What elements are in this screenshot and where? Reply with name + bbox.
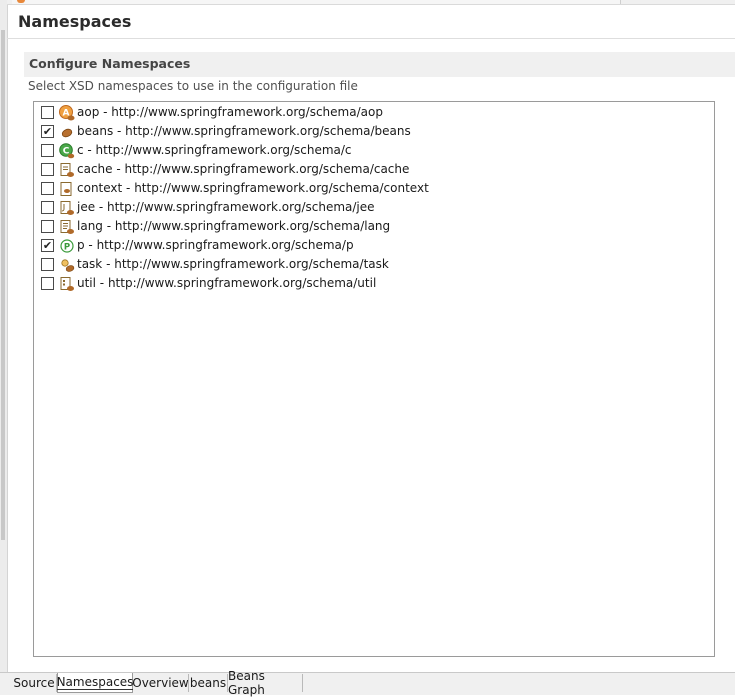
namespace-label: task - http://www.springframework.org/sc…	[77, 257, 389, 271]
namespace-row[interactable]: Cc - http://www.springframework.org/sche…	[34, 141, 714, 160]
top-tab-edge	[7, 0, 735, 5]
namespace-row[interactable]: context - http://www.springframework.org…	[34, 179, 714, 198]
context-icon	[59, 181, 75, 197]
namespace-label: jee - http://www.springframework.org/sch…	[77, 200, 375, 214]
section-description: Select XSD namespaces to use in the conf…	[28, 79, 358, 93]
namespace-label: p - http://www.springframework.org/schem…	[77, 238, 354, 252]
namespace-checkbox[interactable]	[41, 144, 54, 157]
namespace-row[interactable]: Aaop - http://www.springframework.org/sc…	[34, 103, 714, 122]
namespace-row[interactable]: jee - http://www.springframework.org/sch…	[34, 198, 714, 217]
aop-icon: A	[59, 105, 75, 121]
namespace-label: util - http://www.springframework.org/sc…	[77, 276, 377, 290]
namespace-list[interactable]: Aaop - http://www.springframework.org/sc…	[33, 101, 715, 657]
tab-namespaces[interactable]: Namespaces	[56, 673, 134, 693]
namespace-row[interactable]: util - http://www.springframework.org/sc…	[34, 274, 714, 293]
left-scrollbar[interactable]	[0, 0, 8, 672]
namespace-label: beans - http://www.springframework.org/s…	[77, 124, 411, 138]
left-scrollbar-thumb[interactable]	[1, 30, 5, 540]
namespace-row[interactable]: cache - http://www.springframework.org/s…	[34, 160, 714, 179]
namespace-checkbox[interactable]	[41, 220, 54, 233]
namespace-label: context - http://www.springframework.org…	[77, 181, 429, 195]
jee-icon	[59, 200, 75, 216]
util-icon	[59, 276, 75, 292]
namespace-label: aop - http://www.springframework.org/sch…	[77, 105, 383, 119]
tab-overview[interactable]: Overview	[132, 674, 189, 692]
p-namespace-icon: P	[59, 238, 75, 254]
namespace-checkbox[interactable]	[41, 163, 54, 176]
editor-tab-bar: Source Namespaces Overview beans Beans G…	[0, 669, 735, 697]
namespace-row[interactable]: task - http://www.springframework.org/sc…	[34, 255, 714, 274]
namespace-label: c - http://www.springframework.org/schem…	[77, 143, 352, 157]
namespace-checkbox[interactable]: ✔	[41, 125, 54, 138]
tab-source-label: Source	[13, 676, 55, 690]
editor-tab-remnant	[12, 0, 621, 4]
namespace-checkbox[interactable]	[41, 182, 54, 195]
namespace-row[interactable]: lang - http://www.springframework.org/sc…	[34, 217, 714, 236]
tab-overview-label: Overview	[132, 676, 189, 690]
namespace-label: lang - http://www.springframework.org/sc…	[77, 219, 391, 233]
task-icon	[59, 257, 75, 273]
namespace-checkbox[interactable]	[41, 106, 54, 119]
cache-icon	[59, 162, 75, 178]
tab-beans-label: beans	[189, 676, 227, 690]
namespace-checkbox[interactable]	[41, 201, 54, 214]
tab-beans-graph[interactable]: Beans Graph	[228, 669, 303, 697]
c-namespace-icon: C	[59, 143, 75, 159]
namespace-checkbox[interactable]: ✔	[41, 239, 54, 252]
namespace-row[interactable]: ✔ Pp - http://www.springframework.org/sch…	[34, 236, 714, 255]
namespace-checkbox[interactable]	[41, 277, 54, 290]
tab-beans[interactable]: beans	[189, 674, 228, 692]
section-title: Configure Namespaces	[29, 56, 191, 71]
namespace-label: cache - http://www.springframework.org/s…	[77, 162, 410, 176]
tab-namespaces-label: Namespaces	[56, 675, 134, 690]
section-header: Configure Namespaces	[24, 52, 735, 77]
title-divider	[7, 38, 735, 39]
tab-source[interactable]: Source	[12, 674, 57, 692]
svg-text:P: P	[64, 242, 70, 252]
lang-icon	[59, 219, 75, 235]
beans-icon	[59, 124, 75, 140]
tab-beans-graph-label: Beans Graph	[228, 669, 265, 697]
page-title: Namespaces	[18, 12, 132, 31]
namespace-row[interactable]: ✔ beans - http://www.springframework.org/…	[34, 122, 714, 141]
namespace-checkbox[interactable]	[41, 258, 54, 271]
